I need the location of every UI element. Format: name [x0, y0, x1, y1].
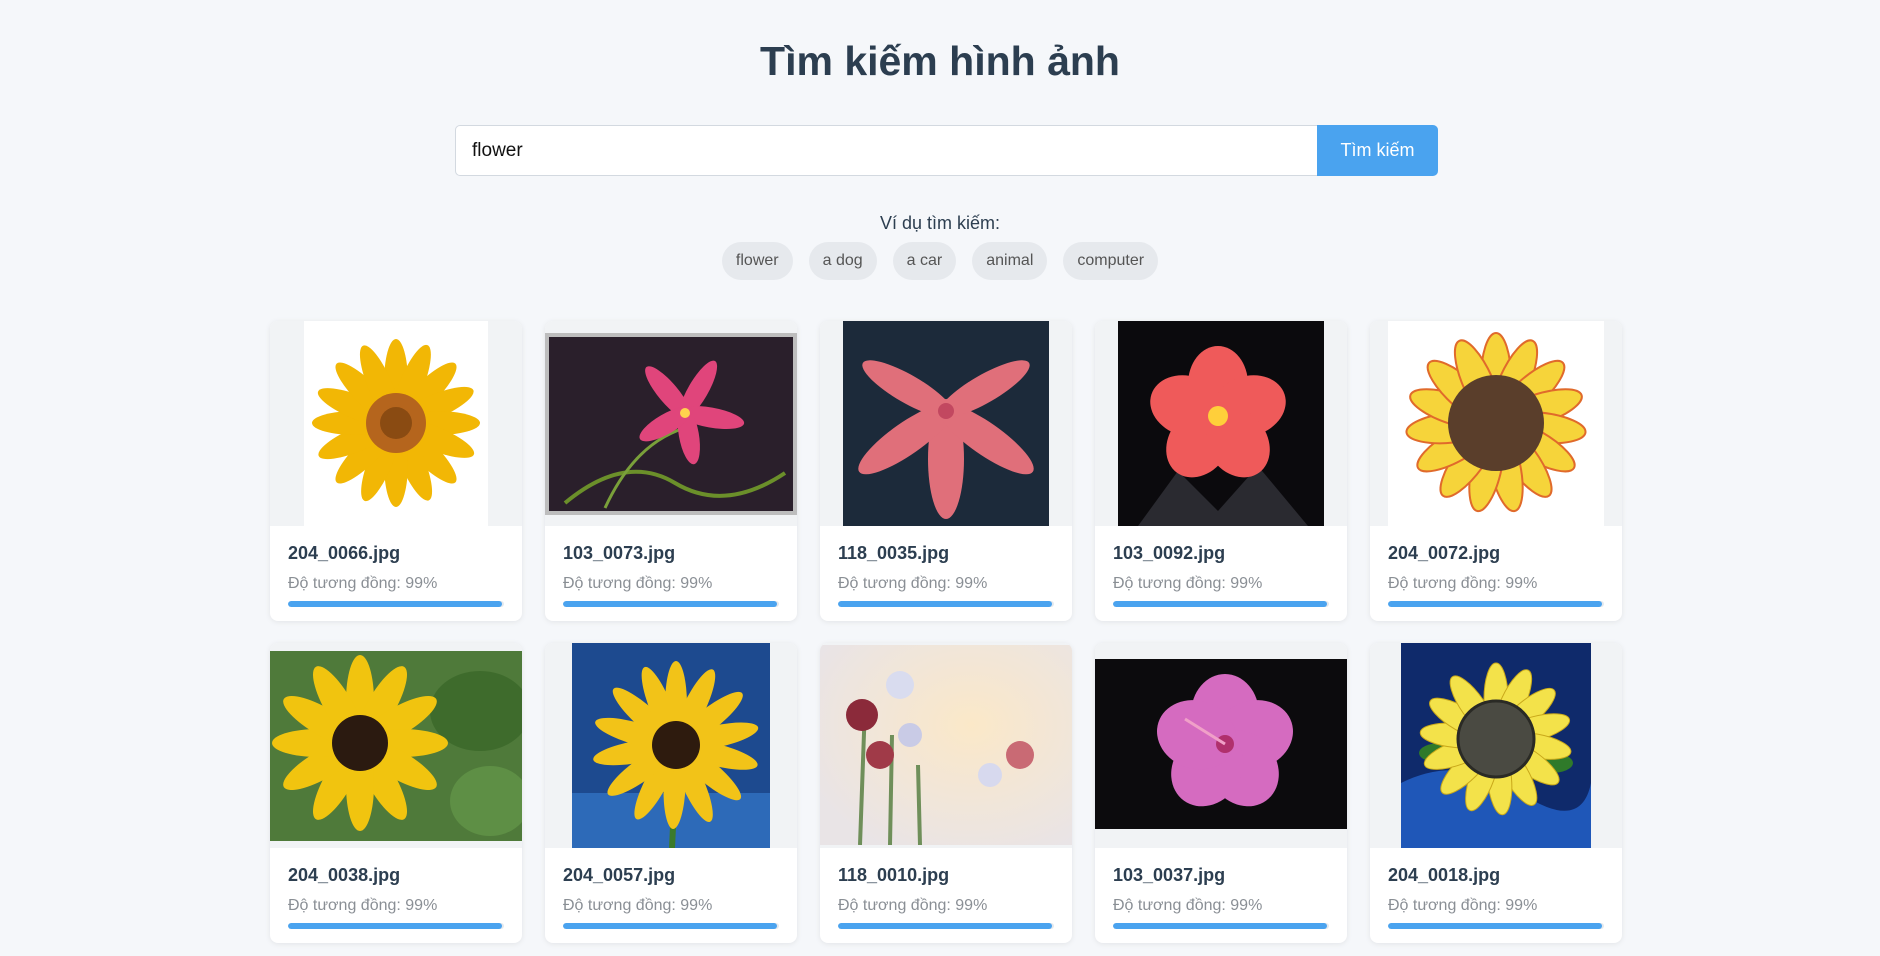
similarity-bar [1113, 923, 1329, 929]
result-thumbnail[interactable] [1095, 643, 1347, 848]
result-thumbnail[interactable] [1095, 321, 1347, 526]
search-bar: Tìm kiếm [455, 125, 1438, 176]
result-thumbnail[interactable] [545, 321, 797, 526]
similarity-bar [1388, 601, 1604, 607]
result-thumbnail[interactable] [545, 643, 797, 848]
result-card[interactable]: 204_0066.jpg Độ tương đồng: 99% [270, 321, 522, 621]
sunflower-image [304, 321, 488, 526]
hibiscus-image [545, 333, 797, 515]
result-thumbnail[interactable] [1370, 643, 1622, 848]
similarity-bar-fill [1113, 923, 1327, 929]
similarity-bar [1388, 923, 1604, 929]
result-thumbnail[interactable] [820, 321, 1072, 526]
sunflower-image [1388, 321, 1604, 526]
result-card[interactable]: 103_0037.jpg Độ tương đồng: 99% [1095, 643, 1347, 943]
similarity-bar [563, 923, 779, 929]
result-filename: 204_0066.jpg [288, 543, 401, 563]
result-similarity: Độ tương đồng: 99% [838, 575, 988, 592]
similarity-bar [838, 601, 1054, 607]
result-filename: 118_0010.jpg [838, 865, 950, 885]
examples-label: Ví dụ tìm kiếm: [879, 213, 1001, 233]
result-card[interactable]: 118_0010.jpg Độ tương đồng: 99% [820, 643, 1072, 943]
result-filename: 204_0038.jpg [288, 865, 401, 885]
result-card[interactable]: 204_0038.jpg Độ tương đồng: 99% [270, 643, 522, 943]
similarity-bar [838, 923, 1054, 929]
result-similarity: Độ tương đồng: 99% [563, 575, 713, 592]
hibiscus-image [1095, 659, 1347, 829]
result-filename: 204_0018.jpg [1388, 865, 1501, 885]
result-thumbnail[interactable] [270, 321, 522, 526]
result-similarity: Độ tương đồng: 99% [1113, 897, 1263, 914]
page: Tìm kiếm hình ảnh Tìm kiếm Ví dụ tìm kiế… [0, 0, 1880, 956]
similarity-bar-fill [563, 923, 777, 929]
result-filename: 103_0092.jpg [1113, 543, 1226, 563]
result-filename: 204_0057.jpg [563, 865, 676, 885]
result-thumbnail[interactable] [1370, 321, 1622, 526]
similarity-bar-fill [1388, 923, 1602, 929]
result-filename: 103_0037.jpg [1113, 865, 1226, 885]
example-chip-a-car[interactable]: a car [892, 242, 957, 280]
search-input[interactable] [455, 125, 1317, 176]
similarity-bar [563, 601, 779, 607]
similarity-bar-fill [1388, 601, 1602, 607]
result-similarity: Độ tương đồng: 99% [1113, 575, 1263, 592]
page-title: Tìm kiếm hình ảnh [760, 38, 1120, 84]
similarity-bar [1113, 601, 1329, 607]
similarity-bar [288, 601, 504, 607]
result-filename: 103_0073.jpg [563, 543, 676, 563]
result-card[interactable]: 118_0035.jpg Độ tương đồng: 99% [820, 321, 1072, 621]
sunflower-image [1401, 643, 1591, 848]
result-card[interactable]: 103_0092.jpg Độ tương đồng: 99% [1095, 321, 1347, 621]
result-similarity: Độ tương đồng: 99% [1388, 897, 1538, 914]
result-similarity: Độ tương đồng: 99% [288, 575, 438, 592]
result-card[interactable]: 204_0057.jpg Độ tương đồng: 99% [545, 643, 797, 943]
result-similarity: Độ tương đồng: 99% [563, 897, 713, 914]
sunflower-image [270, 651, 522, 841]
sunflower-image [572, 643, 770, 848]
result-filename: 118_0035.jpg [838, 543, 950, 563]
example-chip-computer[interactable]: computer [1063, 242, 1159, 280]
result-card[interactable]: 204_0018.jpg Độ tương đồng: 99% [1370, 643, 1622, 943]
result-card[interactable]: 204_0072.jpg Độ tương đồng: 99% [1370, 321, 1622, 621]
lily-image [843, 321, 1049, 526]
result-similarity: Độ tương đồng: 99% [1388, 575, 1538, 592]
similarity-bar-fill [1113, 601, 1327, 607]
example-chips: flower a dog a car animal computer [0, 242, 1880, 280]
result-similarity: Độ tương đồng: 99% [838, 897, 988, 914]
similarity-bar-fill [838, 601, 1052, 607]
result-thumbnail[interactable] [820, 643, 1072, 848]
similarity-bar-fill [288, 601, 502, 607]
similarity-bar-fill [563, 601, 777, 607]
result-similarity: Độ tương đồng: 99% [288, 897, 438, 914]
example-chip-animal[interactable]: animal [972, 242, 1048, 280]
example-chip-a-dog[interactable]: a dog [808, 242, 877, 280]
similarity-bar-fill [288, 923, 502, 929]
iris-painting-image [820, 645, 1072, 845]
result-thumbnail[interactable] [270, 643, 522, 848]
result-card[interactable]: 103_0073.jpg Độ tương đồng: 99% [545, 321, 797, 621]
results-grid: 204_0066.jpg Độ tương đồng: 99% 103_0073… [270, 321, 1622, 943]
similarity-bar [288, 923, 504, 929]
result-filename: 204_0072.jpg [1388, 543, 1501, 563]
search-button[interactable]: Tìm kiếm [1317, 125, 1438, 176]
example-chip-flower[interactable]: flower [721, 242, 793, 280]
similarity-bar-fill [838, 923, 1052, 929]
hibiscus-image [1118, 321, 1324, 526]
